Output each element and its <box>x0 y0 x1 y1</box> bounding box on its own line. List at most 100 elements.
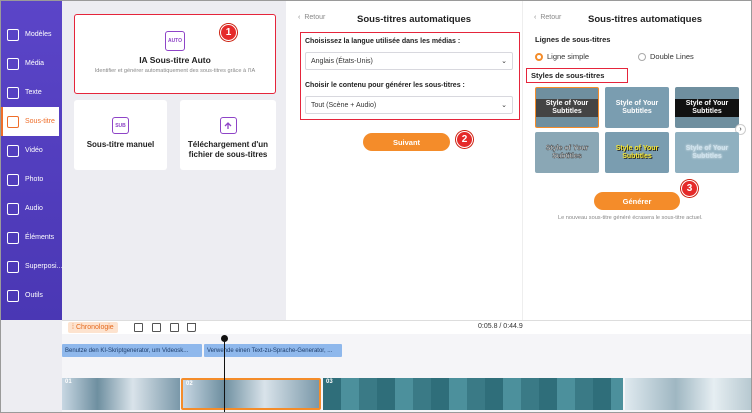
timeline-label: Chronologie <box>75 324 114 331</box>
step-badge-2: 2 <box>456 131 473 148</box>
audio-icon <box>7 202 19 215</box>
sidebar-item-subtitle[interactable]: Sous-titre <box>0 107 59 136</box>
chevron-left-icon: ‹ <box>298 14 301 21</box>
panel-title: Sous-titres automatiques <box>588 14 703 25</box>
style-tile-2[interactable]: Style of Your Subtitles <box>605 87 669 128</box>
radio-selected-icon <box>535 52 543 61</box>
chevron-down-icon: ⌄ <box>501 58 507 65</box>
step-badge-3: 3 <box>681 180 698 197</box>
sidebar-item-label: Média <box>25 60 45 67</box>
content-label: Choisir le contenu pour générer les sous… <box>305 82 465 89</box>
style-tile-4[interactable]: Style of Your Subtitles <box>535 132 599 173</box>
style-tile-text: Style of Your Subtitles <box>536 98 598 117</box>
sidebar-item-photo[interactable]: Photo <box>0 165 62 194</box>
sidebar-item-audio[interactable]: Audio <box>0 194 62 223</box>
sidebar-item-templates[interactable]: Modèles <box>0 20 62 49</box>
sidebar-item-tools[interactable]: Outils <box>0 281 62 310</box>
ai-auto-subtitle-title: IA Sous-titre Auto <box>139 55 211 65</box>
overwrite-note: Le nouveau sous-titre généré écrasera le… <box>558 215 703 221</box>
sidebar-item-label: Audio <box>25 205 43 212</box>
manual-subtitle-label: Sous-titre manuel <box>86 140 155 149</box>
photo-icon <box>7 173 19 186</box>
sidebar-item-label: Photo <box>25 176 44 183</box>
style-tile-text: Style of Your Subtitles <box>685 144 729 160</box>
language-settings-group: Choisissez la langue utilisée dans les m… <box>300 32 520 120</box>
style-tile-5[interactable]: Style of Your Subtitles <box>605 132 669 173</box>
auto-icon: AUTO <box>165 31 185 51</box>
sub-icon: SUB <box>112 117 129 134</box>
sidebar-item-label: Modèles <box>25 31 52 38</box>
video-clip[interactable] <box>625 378 752 410</box>
generate-button[interactable]: Générer <box>594 192 680 210</box>
video-clip[interactable]: 03 <box>323 378 623 410</box>
subtitle-styles-header: Styles de sous-titres <box>526 68 628 83</box>
video-icon <box>7 144 19 157</box>
video-clip-selected[interactable]: 02 <box>181 378 321 410</box>
subtitle-styles-title: Styles de sous-titres <box>531 71 605 80</box>
sidebar-item-elements[interactable]: Éléments <box>0 223 62 252</box>
back-label: Retour <box>304 14 326 21</box>
chevron-down-icon: ⌄ <box>501 102 507 109</box>
panel-title: Sous-titres automatiques <box>357 14 472 25</box>
add-icon[interactable] <box>134 323 143 332</box>
clip-number: 02 <box>186 381 193 387</box>
sidebar-item-label: Vidéo <box>25 147 43 154</box>
video-clip[interactable]: 01 <box>62 378 180 410</box>
sidebar-item-label: Éléments <box>25 234 55 241</box>
auto-subtitle-settings-panel: ‹ Retour Sous-titres automatiques Choisi… <box>286 0 522 320</box>
content-value: Tout (Scène + Audio) <box>311 101 377 109</box>
style-tile-text: Style of Your Subtitles <box>545 144 589 160</box>
language-value: Anglais (États-Unis) <box>311 57 373 65</box>
timeline-button[interactable]: ⁞ Chronologie <box>68 322 118 333</box>
chevron-left-icon: ‹ <box>534 14 537 21</box>
style-tile-text: Style of Your Subtitles <box>615 99 659 115</box>
sidebar: Modèles Média Texte Sous-titre Vidéo Photo Aud… <box>0 0 62 320</box>
single-line-label: Ligne simple <box>547 52 590 61</box>
manual-subtitle-card[interactable]: SUB Sous-titre manuel <box>74 100 167 170</box>
sidebar-item-video[interactable]: Vidéo <box>0 136 62 165</box>
next-button[interactable]: Suivant <box>363 133 450 151</box>
upload-subtitle-label: Téléchargement d'un fichier de sous-titr… <box>187 140 269 159</box>
back-link[interactable]: ‹ Retour <box>298 14 325 21</box>
sidebar-item-label: Texte <box>25 89 42 96</box>
language-label: Choisissez la langue utilisée dans les m… <box>305 38 461 45</box>
delete-icon[interactable] <box>187 323 196 332</box>
double-lines-option[interactable]: Double Lines <box>638 52 694 61</box>
subtitle-lines-title: Lignes de sous-titres <box>535 35 611 44</box>
subtitle-style-panel: ‹ Retour Sous-titres automatiques Lignes… <box>522 0 752 320</box>
style-tile-text: Style of Your Subtitles <box>675 98 739 117</box>
subtitle-icon <box>7 115 19 128</box>
ai-auto-subtitle-card[interactable]: AUTO IA Sous-titre Auto Identifier et gé… <box>74 14 276 94</box>
back-label: Retour <box>540 14 562 21</box>
sidebar-item-label: Sous-titre <box>25 118 55 125</box>
clip-number: 03 <box>326 379 333 385</box>
content-select[interactable]: Tout (Scène + Audio) ⌄ <box>305 96 513 114</box>
clip-number: 01 <box>65 379 72 385</box>
back-link[interactable]: ‹ Retour <box>534 14 561 21</box>
tools-icon <box>7 289 19 302</box>
sidebar-item-overlay[interactable]: Superposi... <box>0 252 62 281</box>
upload-icon <box>219 117 237 134</box>
media-icon <box>7 57 19 70</box>
style-tile-3[interactable]: Style of Your Subtitles <box>675 87 739 128</box>
subtitle-options-panel: AUTO IA Sous-titre Auto Identifier et gé… <box>62 0 284 320</box>
subtitle-clip[interactable]: Benutze den KI-Skriptgenerator, um Video… <box>62 344 202 357</box>
elements-icon <box>7 231 19 244</box>
style-tile-text: Style of Your Subtitles <box>615 144 659 160</box>
video-track: 01 02 03 <box>62 378 752 410</box>
style-tile-6[interactable]: Style of Your Subtitles <box>675 132 739 173</box>
style-tile-1[interactable]: Style of Your Subtitles <box>535 87 599 128</box>
upload-subtitle-card[interactable]: Téléchargement d'un fichier de sous-titr… <box>180 100 276 170</box>
playback-time: 0:05.8 / 0:44.9 <box>478 323 523 330</box>
duplicate-icon[interactable] <box>170 323 179 332</box>
text-icon <box>7 86 19 99</box>
playhead[interactable] <box>221 335 228 413</box>
language-select[interactable]: Anglais (États-Unis) ⌄ <box>305 52 513 70</box>
sidebar-item-text[interactable]: Texte <box>0 78 62 107</box>
single-line-option[interactable]: Ligne simple <box>535 52 589 61</box>
sidebar-item-media[interactable]: Média <box>0 49 62 78</box>
overlay-icon <box>7 260 19 273</box>
split-icon[interactable] <box>152 323 161 332</box>
double-lines-label: Double Lines <box>650 52 694 61</box>
sidebar-item-label: Outils <box>25 292 43 299</box>
